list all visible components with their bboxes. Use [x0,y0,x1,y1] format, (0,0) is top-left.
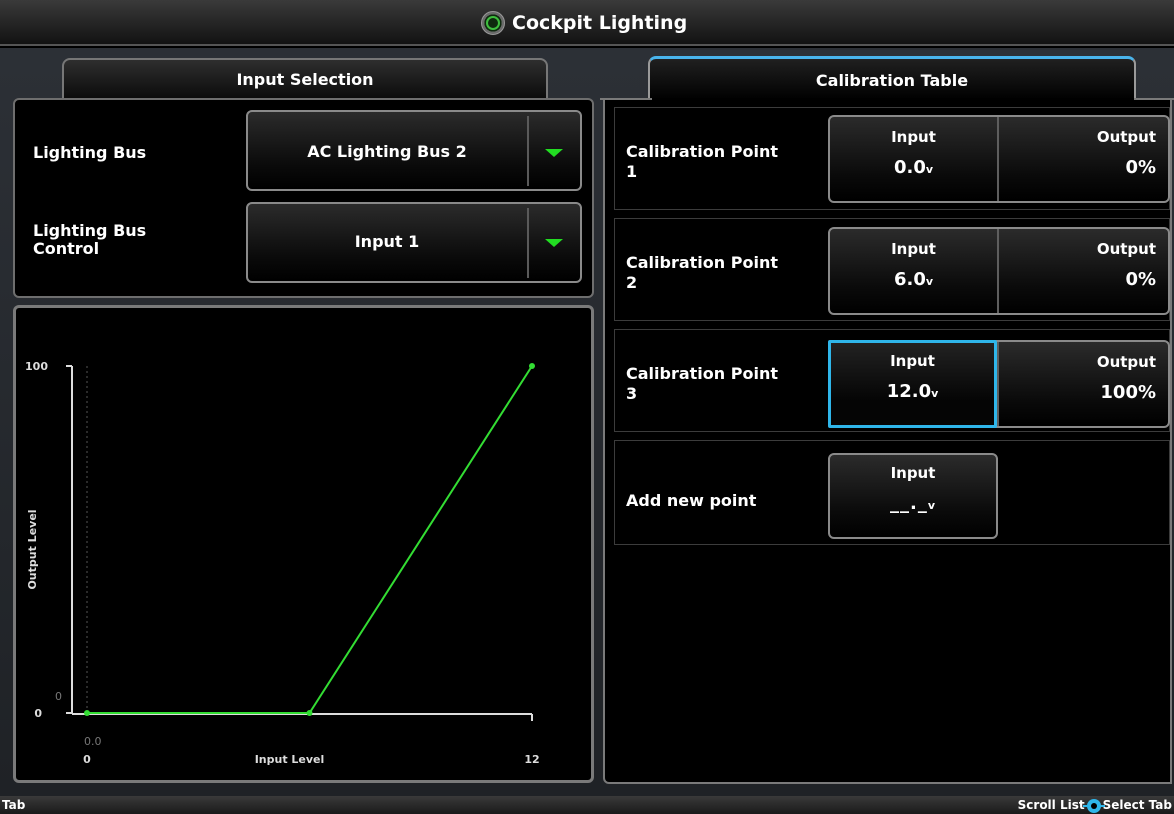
output-header: Output [1096,353,1156,371]
panel-border [600,98,652,100]
data-point [84,710,90,716]
y-range-label: 0 [55,690,62,703]
calibration-chart: 10000 120.00Input LevelOutput Level [25,360,540,766]
data-point [306,710,313,716]
input-value: 0.0v [893,157,934,178]
input-cell[interactable]: Input 0.0v [830,127,997,181]
y-tick-label: 0 [34,707,42,720]
x-tick-label: 12 [524,753,539,766]
lighting-bus-control-value: Input 1 [354,232,420,251]
input-header: Input [891,240,936,258]
input-header: Input [891,128,936,146]
output-header: Output [1096,128,1156,146]
lighting-bus-label: Lighting Bus [33,143,147,162]
tab-hint: Tab [2,798,26,812]
add-new-point-label: Add new point [626,491,757,510]
output-value: 0% [1125,157,1156,178]
input-header: Input [890,464,936,482]
calibration-row-3: Calibration Point 3 Input 12.0v Output 10… [614,329,1170,432]
calibration-point-2-values[interactable]: Input 6.0v Output 0% [828,227,1170,315]
chevron-down-icon[interactable] [545,149,563,157]
input-cell-selected[interactable]: Input 12.0v [828,340,997,428]
input-cell[interactable]: Input 6.0v [830,239,997,293]
input-value: __._v [889,493,936,514]
output-header: Output [1096,240,1156,258]
data-point [529,363,535,369]
lighting-bus-value: AC Lighting Bus 2 [307,142,467,161]
calibration-point-label: Calibration Point 3 [626,364,778,403]
x-range-label: 0.0 [84,735,102,748]
calibration-point-3-values[interactable]: Input 12.0v Output 100% [828,340,1170,428]
scroll-list-hint: Scroll List [1017,798,1085,812]
select-divider [527,208,529,278]
tab-calibration-table[interactable]: Calibration Table [648,56,1136,100]
select-tab-hint: Select Tab [1102,798,1172,812]
new-point-input-button[interactable]: Input __._v [828,453,998,539]
x-axis-title: Input Level [255,753,325,766]
tab-input-selection[interactable]: Input Selection [62,58,548,98]
calibration-point-label: Calibration Point 1 [626,142,778,181]
series-line [87,365,533,714]
knob-hints: Scroll List Select Tab [1018,796,1172,814]
lighting-bus-control-select[interactable]: Input 1 [246,202,582,283]
lighting-bus-select[interactable]: AC Lighting Bus 2 [246,110,582,191]
output-cell[interactable]: Output 100% [999,352,1168,404]
calibration-point-label: Calibration Point 2 [626,253,778,292]
lighting-bus-control-label: Lighting Bus Control [33,221,147,258]
calibration-row-1: Calibration Point 1 Input 0.0v Output 0% [614,107,1170,210]
select-divider [527,116,529,186]
output-cell[interactable]: Output 0% [999,127,1168,179]
y-tick-label: 100 [25,360,48,373]
add-point-row: Add new point Input __._v [614,440,1170,545]
output-value: 0% [1125,269,1156,290]
input-header: Input [890,352,935,370]
cockpit-lighting-icon [481,11,505,35]
y-axis-title: Output Level [26,509,39,589]
panel-border [1134,98,1174,100]
x-tick-label: 0 [83,753,91,766]
input-cell: Input __._v [830,463,996,517]
page-title: Cockpit Lighting [512,12,688,34]
chevron-down-icon[interactable] [545,239,563,247]
calibration-row-2: Calibration Point 2 Input 6.0v Output 0% [614,218,1170,321]
output-cell[interactable]: Output 0% [999,239,1168,291]
output-value: 100% [1100,382,1156,403]
status-bar: Tab Scroll List Select Tab [0,796,1174,814]
input-value: 6.0v [893,269,934,290]
calibration-point-1-values[interactable]: Input 0.0v Output 0% [828,115,1170,203]
input-value: 12.0v [886,381,939,402]
knob-icon [1082,798,1105,813]
